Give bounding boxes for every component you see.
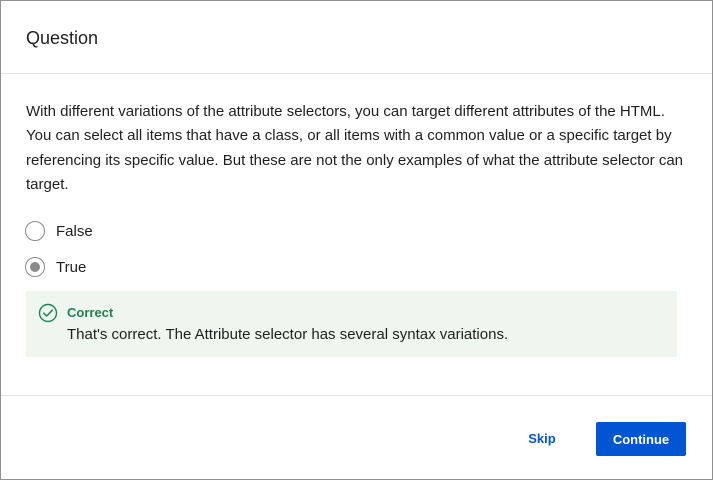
question-text: With different variations of the attribu… xyxy=(26,103,684,193)
feedback-message: That's correct. The Attribute selector h… xyxy=(67,326,509,343)
continue-button[interactable]: Continue xyxy=(596,422,686,456)
check-circle-icon xyxy=(38,303,58,323)
option-false-label: False xyxy=(56,222,93,240)
feedback-box: Correct That's correct. The Attribute se… xyxy=(26,291,677,357)
feedback-status: Correct xyxy=(67,305,114,320)
option-true-label: True xyxy=(56,258,87,276)
dialog-header: Question xyxy=(1,1,712,74)
skip-button[interactable]: Skip xyxy=(514,421,570,455)
radio-true[interactable] xyxy=(25,257,45,277)
option-true[interactable]: True xyxy=(25,256,86,278)
radio-false[interactable] xyxy=(25,221,45,241)
option-false[interactable]: False xyxy=(25,220,93,242)
dialog-footer: Skip Continue xyxy=(1,395,712,479)
question-dialog: Question With different variations of th… xyxy=(0,0,713,480)
dialog-title: Question xyxy=(26,28,99,48)
